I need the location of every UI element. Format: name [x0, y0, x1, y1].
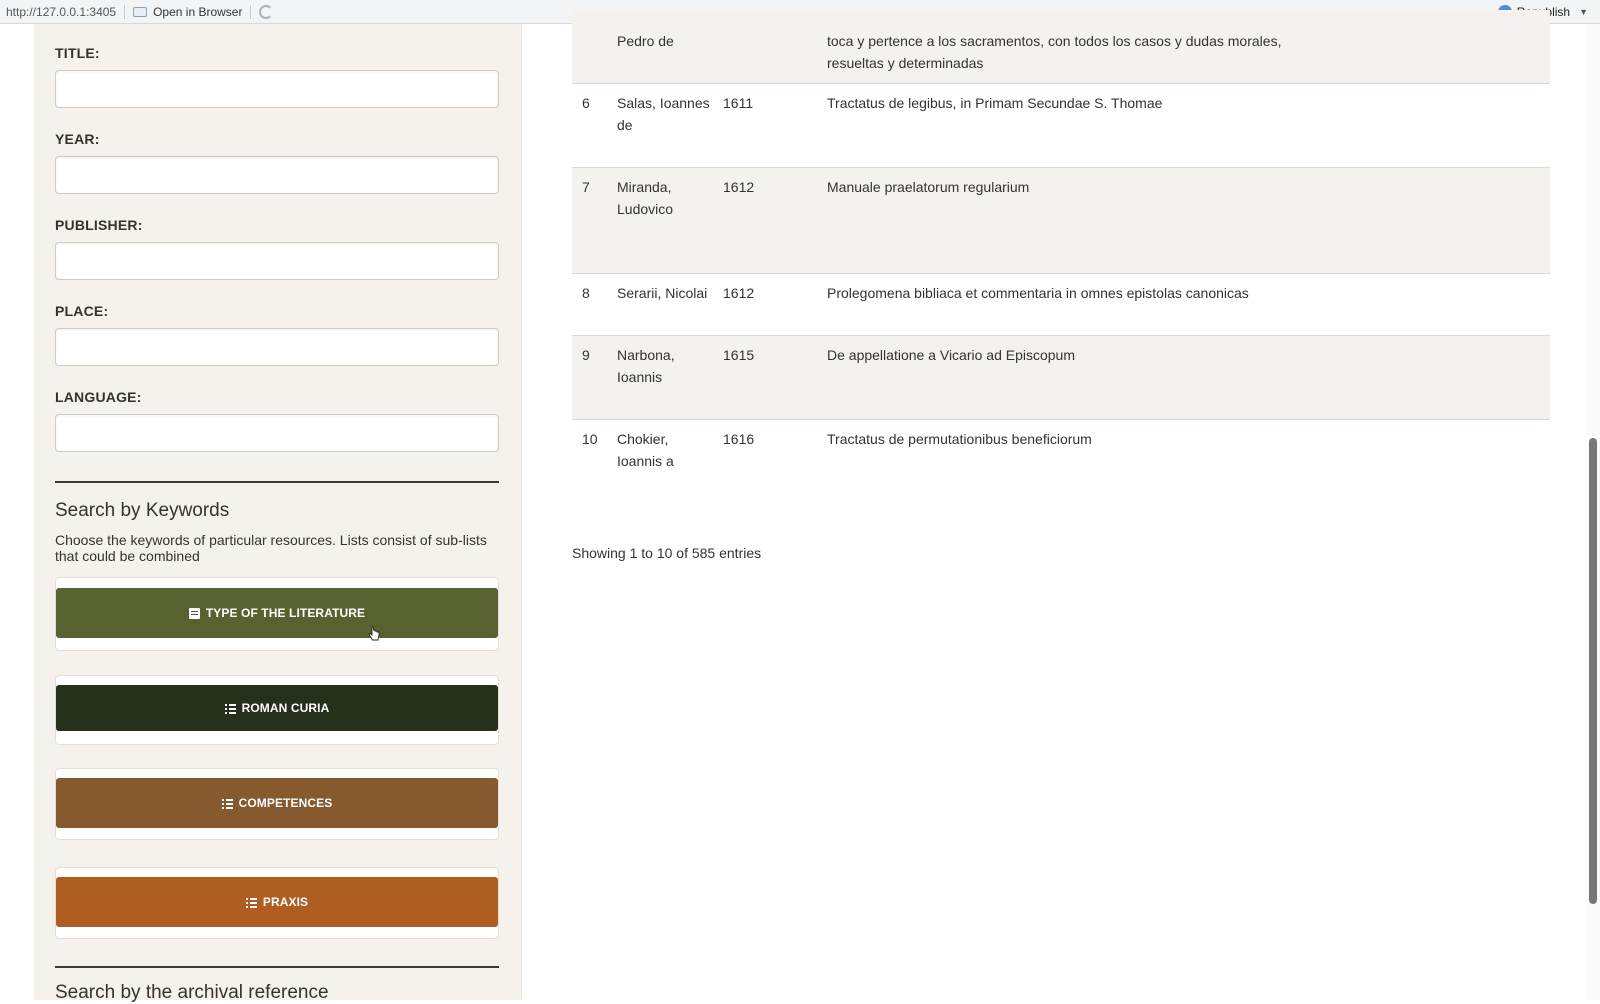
toolbar-divider: [250, 4, 252, 19]
list-icon: [224, 703, 236, 714]
scrollbar-thumb[interactable]: [1589, 438, 1597, 904]
place-input[interactable]: [55, 328, 499, 366]
row-author: Salas, Ioannes de: [617, 95, 710, 133]
type-of-literature-button[interactable]: TYPE OF THE LITERATURE: [56, 588, 498, 638]
keyword-panel-praxis: PRAXIS: [55, 867, 499, 939]
language-input[interactable]: [55, 414, 499, 452]
row-author: Serarii, Nicolai: [617, 285, 708, 301]
year-label: YEAR:: [55, 131, 100, 147]
keywords-description: Choose the keywords of particular resour…: [55, 532, 487, 564]
row-author: Pedro de: [617, 33, 674, 49]
table-row[interactable]: 6 Salas, Ioannes de 1611 Tractatus de le…: [572, 84, 1550, 168]
open-in-browser-label: Open in Browser: [153, 4, 243, 19]
keyword-panel-literature: TYPE OF THE LITERATURE: [55, 577, 499, 651]
table-info: Showing 1 to 10 of 585 entries: [572, 545, 762, 561]
row-year: 1615: [723, 347, 755, 363]
row-author: Narbona, Ioannis: [617, 347, 675, 385]
list-icon: [245, 897, 257, 908]
row-year: 1616: [723, 431, 755, 447]
section-divider: [55, 966, 499, 968]
keywords-heading: Search by Keywords: [55, 500, 230, 521]
language-field: LANGUAGE:: [55, 389, 499, 452]
search-sidebar: TITLE: YEAR: PUBLISHER: PLACE: LANGUAGE:…: [34, 24, 522, 1003]
table-row[interactable]: 9 Narbona, Ioannis 1615 De appellatione …: [572, 336, 1550, 420]
chevron-down-icon: ▼: [1579, 7, 1588, 17]
hand-cursor-icon: [368, 626, 380, 641]
book-icon: [188, 607, 200, 619]
year-field: YEAR:: [55, 131, 499, 194]
row-year: 1611: [723, 95, 754, 111]
title-field: TITLE:: [55, 45, 499, 108]
row-number: 6: [582, 95, 590, 111]
year-input[interactable]: [55, 156, 499, 194]
app-url: http://127.0.0.1:3405: [6, 4, 117, 19]
row-author: Chokier, Ioannis a: [617, 431, 674, 469]
row-title: De appellatione a Vicario ad Episcopum: [827, 347, 1076, 363]
roman-curia-button[interactable]: ROMAN CURIA: [56, 685, 498, 731]
table-row[interactable]: 7 Miranda, Ludovico 1612 Manuale praelat…: [572, 168, 1550, 274]
archival-heading: Search by the archival reference: [55, 982, 329, 1003]
row-title: Manuale praelatorum regularium: [827, 179, 1030, 195]
open-window-icon: [133, 6, 148, 17]
type-of-literature-label: TYPE OF THE LITERATURE: [205, 606, 366, 620]
row-author: Miranda, Ludovico: [617, 179, 674, 217]
row-number: 8: [582, 285, 590, 301]
row-title: Tractatus de permutationibus beneficioru…: [827, 431, 1092, 447]
place-field: PLACE:: [55, 303, 499, 366]
page-scrollbar[interactable]: [1586, 24, 1600, 1000]
row-number: 10: [582, 431, 598, 447]
table-row[interactable]: Pedro de toca y pertence a los sacrament…: [572, 10, 1550, 84]
row-year: 1612: [723, 285, 755, 301]
place-label: PLACE:: [55, 303, 109, 319]
publisher-field: PUBLISHER:: [55, 217, 499, 280]
row-title: Tractatus de legibus, in Primam Secundae…: [827, 95, 1163, 111]
roman-curia-label: ROMAN CURIA: [241, 701, 330, 715]
title-input[interactable]: [55, 70, 499, 108]
row-title: toca y pertence a los sacramentos, con t…: [827, 33, 1282, 71]
refresh-icon[interactable]: [259, 4, 274, 19]
publisher-input[interactable]: [55, 242, 499, 280]
publisher-label: PUBLISHER:: [55, 217, 143, 233]
language-label: LANGUAGE:: [55, 389, 142, 405]
list-icon: [221, 798, 233, 809]
section-divider: [55, 481, 499, 483]
praxis-label: PRAXIS: [262, 895, 309, 909]
toolbar-divider: [124, 4, 126, 19]
open-in-browser-button[interactable]: Open in Browser: [133, 5, 242, 19]
competences-label: COMPETENCES: [238, 796, 333, 810]
competences-button[interactable]: COMPETENCES: [56, 778, 498, 828]
row-year: 1612: [723, 179, 755, 195]
table-row[interactable]: 8 Serarii, Nicolai 1612 Prolegomena bibl…: [572, 274, 1550, 336]
title-label: TITLE:: [55, 45, 100, 61]
row-number: 9: [582, 347, 590, 363]
keyword-panel-competences: COMPETENCES: [55, 768, 499, 840]
keyword-panel-roman-curia: ROMAN CURIA: [55, 675, 499, 745]
row-title: Prolegomena bibliaca et commentaria in o…: [827, 285, 1249, 301]
table-row[interactable]: 10 Chokier, Ioannis a 1616 Tractatus de …: [572, 420, 1550, 506]
row-number: 7: [582, 179, 590, 195]
praxis-button[interactable]: PRAXIS: [56, 877, 498, 927]
